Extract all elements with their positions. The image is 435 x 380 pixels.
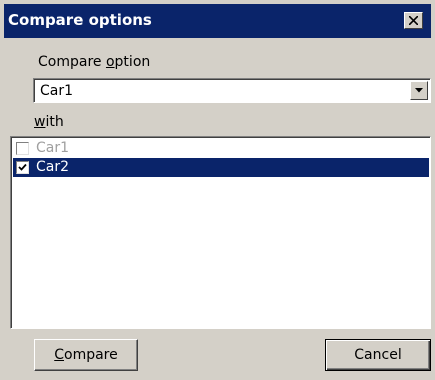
checkbox[interactable] — [16, 161, 29, 174]
cancel-button-label: Cancel — [354, 347, 402, 363]
title-bar[interactable]: Compare options — [4, 4, 431, 38]
list-item-label: Car2 — [36, 159, 70, 175]
window-title: Compare options — [8, 11, 152, 29]
with-label-suffix: ith — [45, 114, 64, 130]
compare-option-label-mnemonic: o — [105, 54, 115, 70]
compare-button-suffix: ompare — [64, 347, 118, 363]
compare-option-label: Compare option — [38, 53, 150, 71]
list-item[interactable]: Car1 — [13, 139, 429, 158]
compare-button-label: Compare — [54, 347, 118, 363]
with-label-mnemonic: w — [34, 114, 46, 130]
compare-button[interactable]: Compare — [34, 339, 138, 371]
with-checklist[interactable]: Car1 Car2 — [10, 136, 431, 329]
with-label: with — [34, 113, 64, 131]
dropdown-button[interactable] — [410, 81, 428, 100]
compare-options-dialog: Compare options Compare option Car1 with… — [0, 0, 435, 380]
close-button[interactable] — [404, 12, 423, 29]
checkbox[interactable] — [16, 142, 29, 155]
list-item[interactable]: Car2 — [13, 158, 429, 177]
compare-option-label-suffix: ption — [114, 54, 151, 70]
list-item-label: Car1 — [36, 140, 70, 156]
compare-option-label-prefix: Compare — [38, 54, 106, 70]
checkmark-icon — [18, 163, 27, 171]
compare-option-dropdown[interactable]: Car1 — [33, 78, 431, 103]
compare-button-mnemonic: C — [54, 347, 65, 363]
cancel-button[interactable]: Cancel — [325, 339, 431, 371]
compare-option-value: Car1 — [40, 83, 74, 99]
